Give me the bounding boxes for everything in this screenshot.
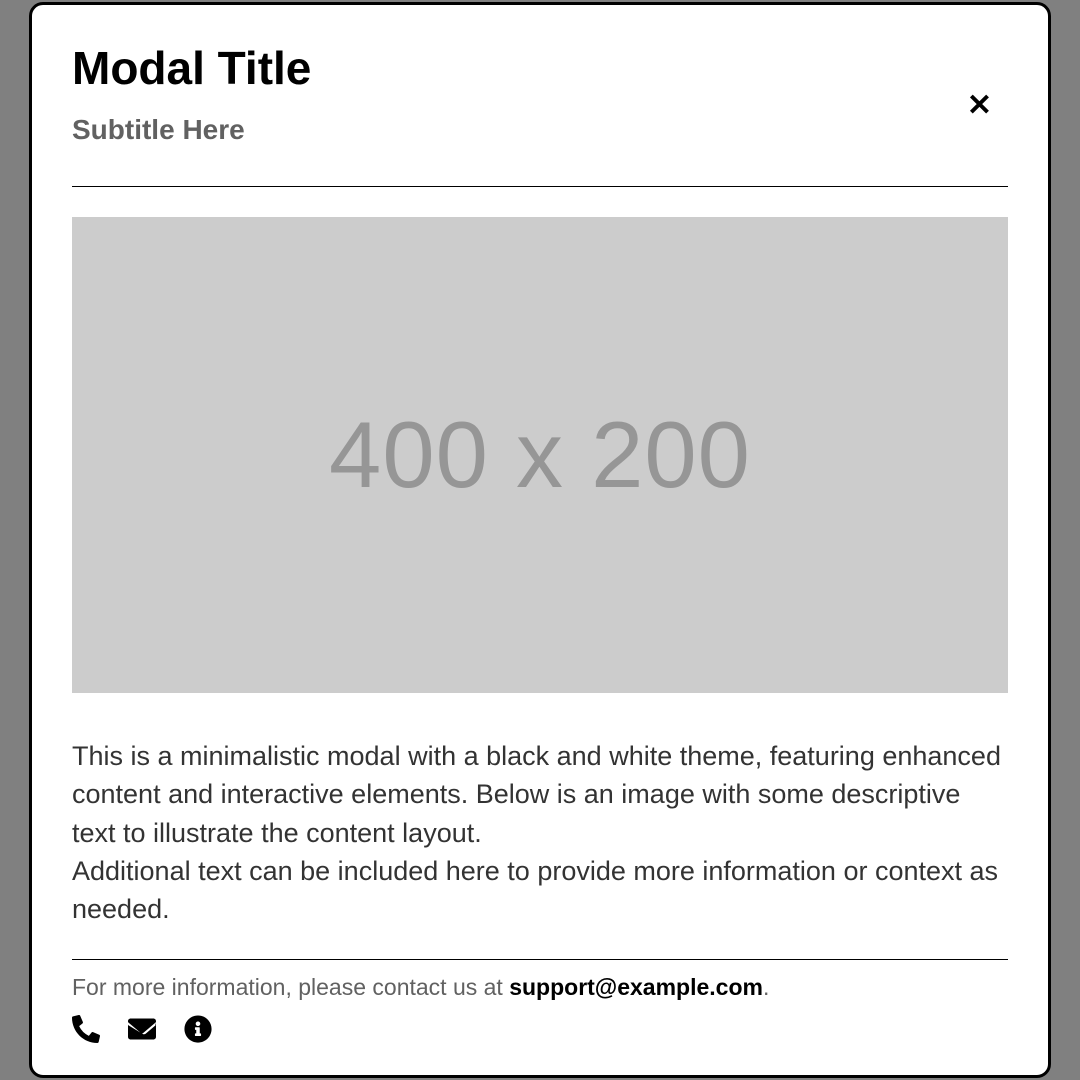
close-button[interactable]: ✕ (967, 91, 992, 121)
modal-title: Modal Title (72, 43, 1008, 94)
placeholder-image-label: 400 x 200 (329, 401, 751, 509)
footer-icon-row (72, 1015, 1008, 1043)
footer-prefix: For more information, please contact us … (72, 974, 509, 1000)
footer-suffix: . (763, 974, 769, 1000)
placeholder-image: 400 x 200 (72, 217, 1008, 693)
footer-email: support@example.com (509, 974, 763, 1000)
body-paragraph-1: This is a minimalistic modal with a blac… (72, 741, 1001, 848)
body-paragraph-2: Additional text can be included here to … (72, 856, 998, 924)
modal-dialog: ✕ Modal Title Subtitle Here 400 x 200 Th… (29, 2, 1051, 1077)
phone-icon[interactable] (72, 1015, 100, 1043)
footer-text: For more information, please contact us … (72, 974, 1008, 1001)
info-circle-icon[interactable] (184, 1015, 212, 1043)
header-divider (72, 186, 1008, 187)
envelope-icon[interactable] (126, 1015, 158, 1043)
modal-subtitle: Subtitle Here (72, 114, 1008, 146)
footer-divider (72, 959, 1008, 960)
modal-body-text: This is a minimalistic modal with a blac… (72, 737, 1008, 929)
